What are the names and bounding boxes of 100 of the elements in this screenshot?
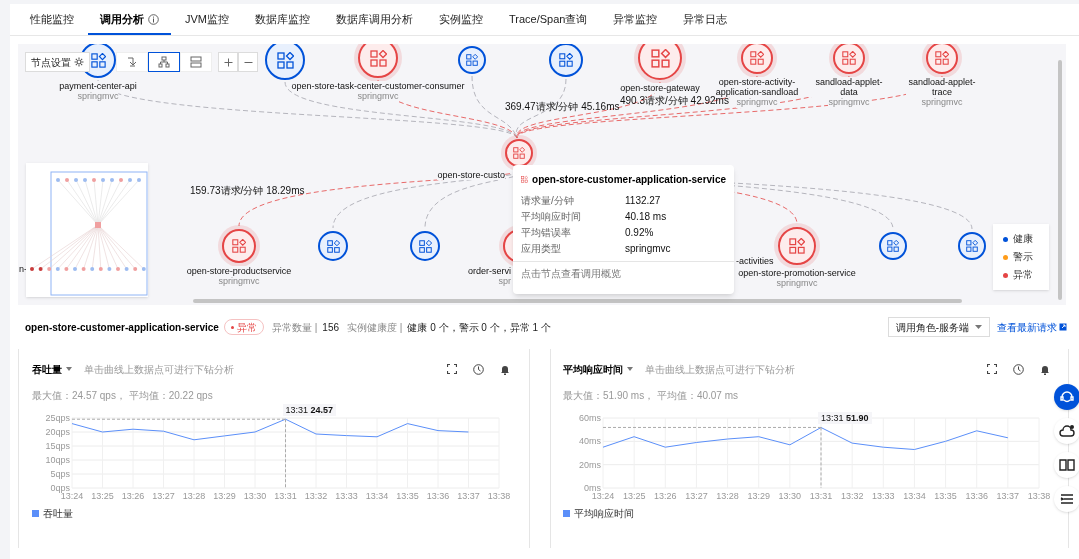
- node-label: sandload-applet-data: [813, 77, 885, 97]
- axis-label: 13:32: [840, 491, 864, 500]
- axis-label: 15qps: [45, 441, 70, 451]
- service-title: open-store-customer-application-service: [25, 320, 219, 335]
- apps-icon: [966, 240, 978, 252]
- node-label: -activities: [736, 256, 774, 266]
- chart-stats: 最大值：24.57 qps， 平均值：20.22 qps: [32, 389, 214, 403]
- tab[interactable]: 异常日志: [671, 5, 740, 35]
- layout-button[interactable]: [148, 52, 180, 72]
- service-node[interactable]: [741, 44, 773, 74]
- service-node[interactable]: [833, 44, 865, 74]
- axis-label: 0ms: [584, 483, 601, 493]
- legend-label: 吞吐量: [43, 507, 73, 521]
- tooltip-hint: 点击节点查看调用概览: [521, 267, 621, 281]
- side-button[interactable]: [1054, 418, 1079, 444]
- node-type: springmvc: [828, 97, 870, 108]
- axis-label: 13:35: [934, 491, 957, 500]
- alarm-button[interactable]: [500, 363, 510, 375]
- service-node[interactable]: [958, 232, 986, 260]
- axis-label: 13:31: [809, 491, 833, 500]
- tab[interactable]: Trace/Span查询: [497, 5, 600, 35]
- gear-icon: [74, 57, 84, 67]
- service-node[interactable]: [222, 229, 256, 263]
- bell-icon: [500, 363, 510, 375]
- side-button[interactable]: [1054, 384, 1079, 410]
- service-node[interactable]: [926, 44, 958, 74]
- legend-swatch: [32, 510, 39, 517]
- zoom-in-button[interactable]: [218, 52, 238, 72]
- node-settings-button[interactable]: 节点设置: [25, 52, 90, 72]
- service-node[interactable]: [879, 232, 907, 260]
- node-label: sandload-applet-trace: [906, 77, 978, 97]
- service-node[interactable]: [458, 46, 486, 74]
- apps-icon: [326, 239, 340, 253]
- node-type: springmvc: [218, 276, 260, 287]
- clock-icon: [473, 363, 484, 375]
- tooltip-value: springmvc: [625, 242, 671, 256]
- side-button[interactable]: [1054, 452, 1079, 478]
- apps-icon: [842, 51, 856, 65]
- service-node[interactable]: [358, 44, 398, 78]
- legend-swatch: [563, 510, 570, 517]
- service-node[interactable]: [318, 231, 348, 261]
- value-tooltip: 13:31 51.90: [818, 412, 872, 425]
- fullscreen-button[interactable]: [987, 364, 997, 374]
- chart-hint: 单击曲线上数据点可进行下钻分析: [84, 362, 234, 377]
- apps-icon: [521, 173, 529, 186]
- tab[interactable]: 性能监控: [18, 5, 86, 35]
- axis-label: 40ms: [579, 436, 601, 447]
- external-link-icon: [1059, 323, 1067, 331]
- horizontal-scrollbar[interactable]: [193, 299, 962, 303]
- axis-label: 13:38: [487, 491, 511, 500]
- node-label: open-store-productservice: [186, 266, 292, 276]
- tab[interactable]: 调用分析: [88, 5, 171, 35]
- apps-icon: [369, 49, 387, 67]
- vertical-scrollbar[interactable]: [1058, 60, 1062, 300]
- service-node[interactable]: [265, 44, 305, 80]
- service-node[interactable]: [505, 139, 533, 167]
- node-type: springmvc: [77, 91, 119, 102]
- metric-dropdown[interactable]: 吞吐量: [32, 361, 72, 377]
- tab[interactable]: JVM监控: [173, 5, 241, 35]
- axis-label: 13:36: [426, 491, 450, 500]
- axis-label: 13:26: [121, 491, 145, 500]
- layout-icon: [126, 56, 138, 68]
- node-label: open-store-task-center-customer-consumer: [291, 81, 465, 91]
- stat-label: 异常数量 |: [271, 320, 318, 335]
- tab[interactable]: 实例监控: [427, 5, 495, 35]
- tab[interactable]: 数据库调用分析: [324, 5, 425, 35]
- apps-icon: [232, 239, 246, 253]
- service-node[interactable]: [549, 44, 583, 77]
- axis-label: 13:24: [591, 491, 615, 500]
- metric-dropdown[interactable]: 平均响应时间: [563, 361, 633, 377]
- axis-label: 13:38: [1027, 491, 1051, 500]
- apps-icon: [559, 53, 573, 67]
- fullscreen-button[interactable]: [447, 364, 457, 374]
- side-button[interactable]: [1054, 486, 1079, 512]
- axis-label: 13:30: [243, 491, 267, 500]
- apps-icon: [650, 48, 670, 68]
- axis-label: 13:27: [685, 491, 708, 500]
- apps-icon: [418, 239, 432, 253]
- tooltip-label: 请求量/分钟: [521, 194, 575, 208]
- service-node[interactable]: [778, 227, 816, 265]
- node-type: springmvc: [921, 97, 963, 108]
- axis-label: 13:36: [965, 491, 988, 500]
- latest-requests-link[interactable]: 查看最新请求: [997, 319, 1067, 335]
- axis-label: 20ms: [579, 459, 601, 470]
- axis-label: 13:31: [274, 491, 297, 500]
- tab[interactable]: 数据库监控: [243, 5, 322, 35]
- role-select[interactable]: 调用角色-服务端: [887, 317, 990, 337]
- service-node[interactable]: [410, 231, 440, 261]
- service-node[interactable]: [638, 44, 682, 80]
- axis-label: 5qps: [50, 469, 70, 479]
- tab[interactable]: 异常监控: [601, 5, 670, 35]
- legend-label: 平均响应时间: [574, 507, 634, 521]
- history-button[interactable]: [1013, 363, 1024, 375]
- edge-label: 369.47请求/分钟 45.16ms: [505, 101, 620, 112]
- node-label: open-store-custo: [437, 170, 505, 180]
- apps-icon: [789, 238, 805, 254]
- stat-value: 健康 0 个，警示 0 个，异常 1 个: [407, 320, 551, 335]
- alarm-button[interactable]: [1040, 363, 1050, 375]
- history-button[interactable]: [473, 363, 484, 375]
- edge-label: 490.3请求/分钟 42.92ms: [620, 95, 729, 106]
